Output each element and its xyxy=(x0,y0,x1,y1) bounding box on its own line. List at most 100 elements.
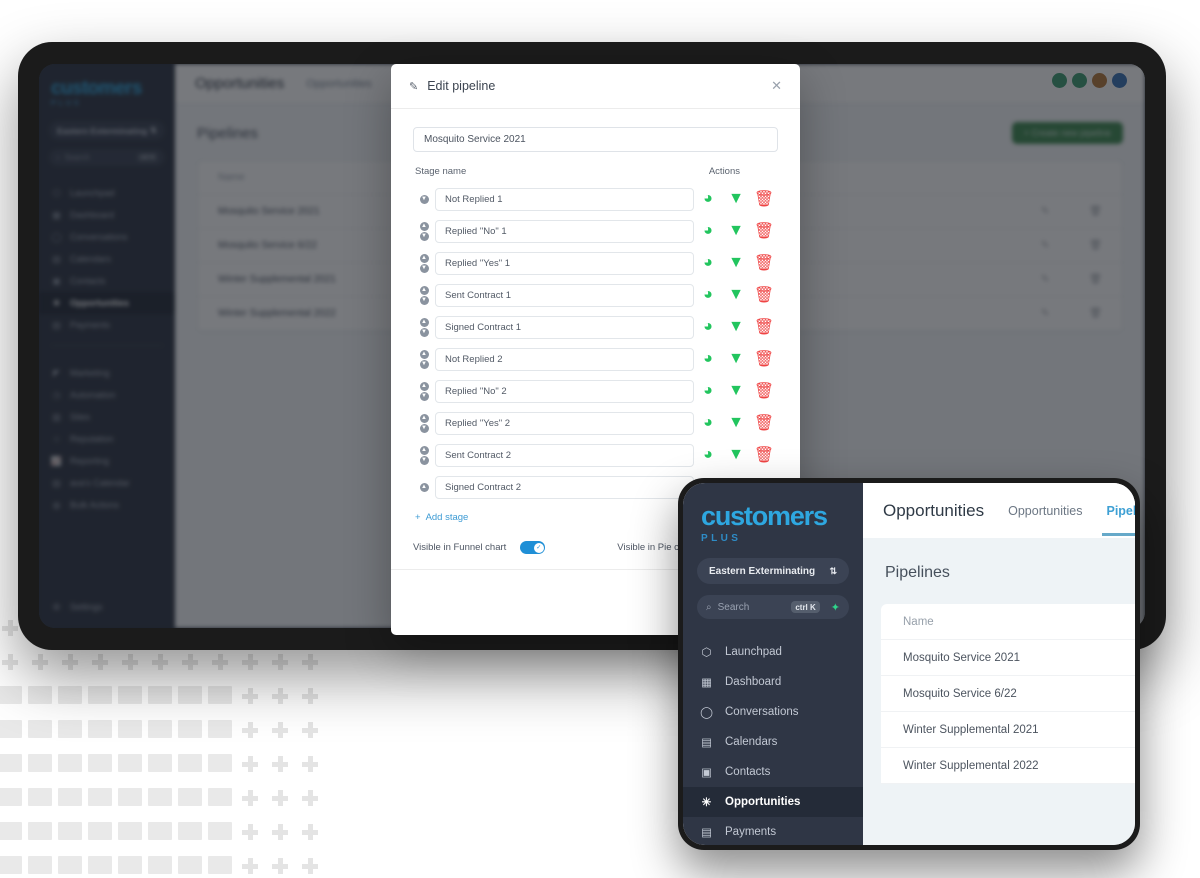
chevron-up-icon[interactable]: ▲ xyxy=(420,318,429,327)
chevron-up-icon[interactable]: ▲ xyxy=(420,382,429,391)
chevron-down-icon[interactable]: ▼ xyxy=(420,195,429,204)
stage-column-headers: Stage name Actions xyxy=(415,166,776,177)
funnel-icon[interactable]: ▼ xyxy=(731,226,742,237)
pie-chart-icon[interactable]: ◕ xyxy=(703,226,714,237)
funnel-icon[interactable]: ▼ xyxy=(731,450,742,461)
chevron-up-icon[interactable]: ▲ xyxy=(420,446,429,455)
chevron-down-icon[interactable]: ▼ xyxy=(420,360,429,369)
stage-name-input[interactable] xyxy=(435,444,694,467)
stage-actions: ◕ ▼ 🗑 xyxy=(694,418,778,429)
pie-chart-icon[interactable]: ◕ xyxy=(703,418,714,429)
page-heading: Pipelines xyxy=(863,538,1135,582)
sidebar-item-opportunities[interactable]: ✳ Opportunities xyxy=(683,787,863,817)
pipeline-name-cell: Winter Supplemental 2021 xyxy=(903,724,1039,736)
reorder-handle[interactable]: ▲ ▼ xyxy=(413,350,435,369)
chevron-down-icon[interactable]: ▼ xyxy=(420,232,429,241)
chevron-up-icon[interactable]: ▲ xyxy=(420,350,429,359)
trash-icon[interactable]: 🗑 xyxy=(759,258,770,269)
chevron-down-icon[interactable]: ▼ xyxy=(420,424,429,433)
account-name: Eastern Exterminating xyxy=(709,566,815,577)
sidebar-item-dashboard[interactable]: ▦ Dashboard xyxy=(683,667,863,697)
chevron-down-icon[interactable]: ▼ xyxy=(420,456,429,465)
sidebar-item-contacts[interactable]: ▣ Contacts xyxy=(683,757,863,787)
foreground-panel: customers PLUS Eastern Exterminating ⇅ ⌕… xyxy=(683,483,1135,845)
stage-name-input[interactable] xyxy=(435,476,694,499)
chevron-up-icon[interactable]: ▲ xyxy=(420,254,429,263)
trash-icon[interactable]: 🗑 xyxy=(759,418,770,429)
trash-icon[interactable]: 🗑 xyxy=(759,322,770,333)
pie-chart-icon[interactable]: ◕ xyxy=(703,194,714,205)
pie-chart-icon[interactable]: ◕ xyxy=(703,354,714,365)
pie-chart-icon[interactable]: ◕ xyxy=(703,290,714,301)
stage-list: ▼ ◕▼🗑 ▲ ▼ ◕▼🗑 ▲ ▼ ◕▼🗑 ▲ ▼ ◕▼� xyxy=(413,183,778,503)
stage-name-input[interactable] xyxy=(435,412,694,435)
pie-chart-icon[interactable]: ◕ xyxy=(703,386,714,397)
chevron-down-icon[interactable]: ▼ xyxy=(420,296,429,305)
foreground-sidebar: customers PLUS Eastern Exterminating ⇅ ⌕… xyxy=(683,483,863,845)
table-row[interactable]: Mosquito Service 6/22 xyxy=(881,676,1135,712)
stage-name-input[interactable] xyxy=(435,252,694,275)
funnel-icon[interactable]: ▼ xyxy=(731,418,742,429)
sidebar-item-launchpad[interactable]: ⬡ Launchpad xyxy=(683,637,863,667)
reorder-handle[interactable]: ▲ ▼ xyxy=(413,446,435,465)
chevron-down-icon[interactable]: ▼ xyxy=(420,392,429,401)
reorder-handle[interactable]: ▼ xyxy=(413,195,435,204)
trash-icon[interactable]: 🗑 xyxy=(759,226,770,237)
stage-name-input[interactable] xyxy=(435,348,694,371)
sidebar-item-conversations[interactable]: ◯ Conversations xyxy=(683,697,863,727)
chevron-up-icon[interactable]: ▲ xyxy=(420,286,429,295)
reorder-handle[interactable]: ▲ ▼ xyxy=(413,382,435,401)
chevron-down-icon[interactable]: ▼ xyxy=(420,328,429,337)
trash-icon[interactable]: 🗑 xyxy=(759,194,770,205)
sidebar-item-calendars[interactable]: ▤ Calendars xyxy=(683,727,863,757)
reorder-handle[interactable]: ▲ ▼ xyxy=(413,318,435,337)
pie-chart-icon[interactable]: ◕ xyxy=(703,258,714,269)
funnel-icon[interactable]: ▼ xyxy=(731,194,742,205)
pie-chart-icon[interactable]: ◕ xyxy=(703,450,714,461)
reorder-handle[interactable]: ▲ ▼ xyxy=(413,222,435,241)
funnel-chart-toggle[interactable]: ✓ xyxy=(520,541,545,554)
funnel-icon[interactable]: ▼ xyxy=(731,258,742,269)
sidebar-item-payments[interactable]: ▤ Payments xyxy=(683,817,863,845)
trash-icon[interactable]: 🗑 xyxy=(759,290,770,301)
bolt-icon[interactable]: ✦ xyxy=(831,601,840,614)
sidebar-item-label: Contacts xyxy=(725,766,770,778)
reorder-handle[interactable]: ▲ ▼ xyxy=(413,286,435,305)
stage-name-input[interactable] xyxy=(435,220,694,243)
tab-pipelines[interactable]: Pipelines xyxy=(1106,504,1135,518)
search-input[interactable]: ⌕ Search ctrl K ✦ xyxy=(697,595,849,619)
contacts-icon: ▣ xyxy=(699,765,714,780)
stage-name-input[interactable] xyxy=(435,380,694,403)
reorder-handle[interactable]: ▲ xyxy=(413,483,435,492)
search-placeholder: Search xyxy=(718,602,750,613)
chevron-down-icon[interactable]: ▼ xyxy=(420,264,429,273)
chevron-up-icon[interactable]: ▲ xyxy=(420,222,429,231)
search-shortcut-badge: ctrl K xyxy=(791,601,819,613)
trash-icon[interactable]: 🗑 xyxy=(759,354,770,365)
stage-name-input[interactable] xyxy=(435,284,694,307)
stage-name-input[interactable] xyxy=(435,188,694,211)
table-row[interactable]: Mosquito Service 2021 xyxy=(881,640,1135,676)
chevron-up-icon[interactable]: ▲ xyxy=(420,483,429,492)
funnel-icon[interactable]: ▼ xyxy=(731,322,742,333)
logo-main: customers xyxy=(701,501,863,532)
table-row[interactable]: Winter Supplemental 2022 xyxy=(881,748,1135,784)
pie-chart-icon[interactable]: ◕ xyxy=(703,322,714,333)
stage-actions: ◕ ▼ 🗑 xyxy=(694,386,778,397)
chevron-up-icon[interactable]: ▲ xyxy=(420,414,429,423)
trash-icon[interactable]: 🗑 xyxy=(759,450,770,461)
account-selector[interactable]: Eastern Exterminating ⇅ xyxy=(697,558,849,584)
pipeline-name-input[interactable] xyxy=(413,127,778,152)
funnel-icon[interactable]: ▼ xyxy=(731,354,742,365)
reorder-handle[interactable]: ▲ ▼ xyxy=(413,254,435,273)
table-row[interactable]: Winter Supplemental 2021 xyxy=(881,712,1135,748)
tab-opportunities[interactable]: Opportunities xyxy=(1008,504,1082,518)
funnel-icon[interactable]: ▼ xyxy=(731,386,742,397)
funnel-icon[interactable]: ▼ xyxy=(731,290,742,301)
payments-icon: ▤ xyxy=(699,825,714,840)
pipeline-name-cell: Mosquito Service 6/22 xyxy=(903,688,1017,700)
stage-name-input[interactable] xyxy=(435,316,694,339)
close-icon[interactable]: ✕ xyxy=(771,78,782,94)
reorder-handle[interactable]: ▲ ▼ xyxy=(413,414,435,433)
trash-icon[interactable]: 🗑 xyxy=(759,386,770,397)
